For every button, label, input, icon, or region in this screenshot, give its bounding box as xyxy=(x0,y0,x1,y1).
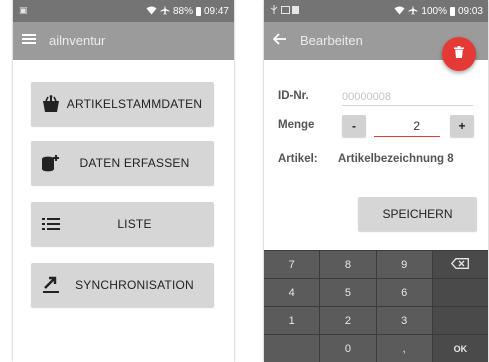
key-5[interactable]: 5 xyxy=(320,279,376,306)
key-1[interactable]: 1 xyxy=(264,307,320,334)
key-blank xyxy=(432,279,488,306)
scale-icon xyxy=(41,94,61,114)
quantity-input[interactable] xyxy=(374,115,440,137)
key-0[interactable]: 0 xyxy=(320,335,376,362)
artikelstammdaten-button[interactable]: ARTIKELSTAMMDATEN xyxy=(31,82,214,126)
image-icon xyxy=(280,6,293,16)
decrement-button[interactable]: - xyxy=(342,115,366,137)
storage-icon xyxy=(292,6,300,16)
increment-button[interactable]: + xyxy=(450,115,474,137)
airplane-icon xyxy=(408,5,418,18)
key-comma[interactable]: , xyxy=(376,335,432,362)
wifi-icon xyxy=(394,6,405,18)
sync-upload-icon xyxy=(41,275,61,295)
wifi-icon xyxy=(146,6,157,18)
app-bar: ailnventur xyxy=(13,22,234,60)
backspace-icon xyxy=(451,257,470,272)
key-2[interactable]: 2 xyxy=(320,307,376,334)
battery-percent: 100% xyxy=(421,6,447,17)
battery-icon xyxy=(449,7,455,16)
usb-icon xyxy=(270,5,281,16)
delete-button[interactable] xyxy=(442,37,476,71)
back-arrow-icon[interactable] xyxy=(272,31,287,51)
liste-button[interactable]: LISTE xyxy=(31,202,214,246)
battery-icon xyxy=(195,7,201,16)
synchronisation-button[interactable]: SYNCHRONISATION xyxy=(31,263,214,307)
artikel-label: Artikel: xyxy=(278,153,318,165)
edit-screen: 100% 09:03 Bearbeiten ID-Nr. Menge - + A… xyxy=(264,0,488,362)
main-menu-screen: ▣ 88% 09:47 ailnventur ARTIKELSTAMMDATEN xyxy=(13,0,234,362)
key-8[interactable]: 8 xyxy=(320,251,376,278)
menu-button-label: DATEN ERFASSEN xyxy=(79,156,190,170)
key-blank xyxy=(432,307,488,334)
key-3[interactable]: 3 xyxy=(376,307,432,334)
list-icon xyxy=(41,214,61,234)
hamburger-menu-icon[interactable] xyxy=(22,31,36,51)
menu-button-label: LISTE xyxy=(117,217,152,231)
key-6[interactable]: 6 xyxy=(376,279,432,306)
backspace-key[interactable] xyxy=(432,251,488,278)
status-bar: ▣ 88% 09:47 xyxy=(13,0,234,22)
key-9[interactable]: 9 xyxy=(376,251,432,278)
artikel-value: Artikelbezeichnung 8 xyxy=(338,153,454,165)
numeric-keypad: 7 8 9 4 5 6 1 2 3 0 , OK xyxy=(264,250,488,362)
key-4[interactable]: 4 xyxy=(264,279,320,306)
notification-icon: ▣ xyxy=(19,5,28,15)
app-title: ailnventur xyxy=(49,33,106,48)
menu-button-label: SYNCHRONISATION xyxy=(75,278,194,292)
save-button[interactable]: SPEICHERN xyxy=(358,197,477,231)
key-blank xyxy=(264,335,320,362)
battery-percent: 88% xyxy=(172,6,193,17)
clock: 09:03 xyxy=(457,6,483,17)
screen-title: Bearbeiten xyxy=(300,33,363,48)
menu-button-label: ARTIKELSTAMMDATEN xyxy=(66,97,203,111)
database-plus-icon xyxy=(41,153,61,173)
trash-icon xyxy=(454,45,464,63)
id-field[interactable] xyxy=(342,88,473,106)
airplane-icon xyxy=(160,5,170,18)
ok-key[interactable]: OK xyxy=(432,335,488,362)
key-7[interactable]: 7 xyxy=(264,251,320,278)
id-label: ID-Nr. xyxy=(278,90,309,102)
clock: 09:47 xyxy=(203,6,229,17)
status-bar: 100% 09:03 xyxy=(264,0,488,22)
daten-erfassen-button[interactable]: DATEN ERFASSEN xyxy=(31,141,214,185)
menge-label: Menge xyxy=(278,119,315,131)
